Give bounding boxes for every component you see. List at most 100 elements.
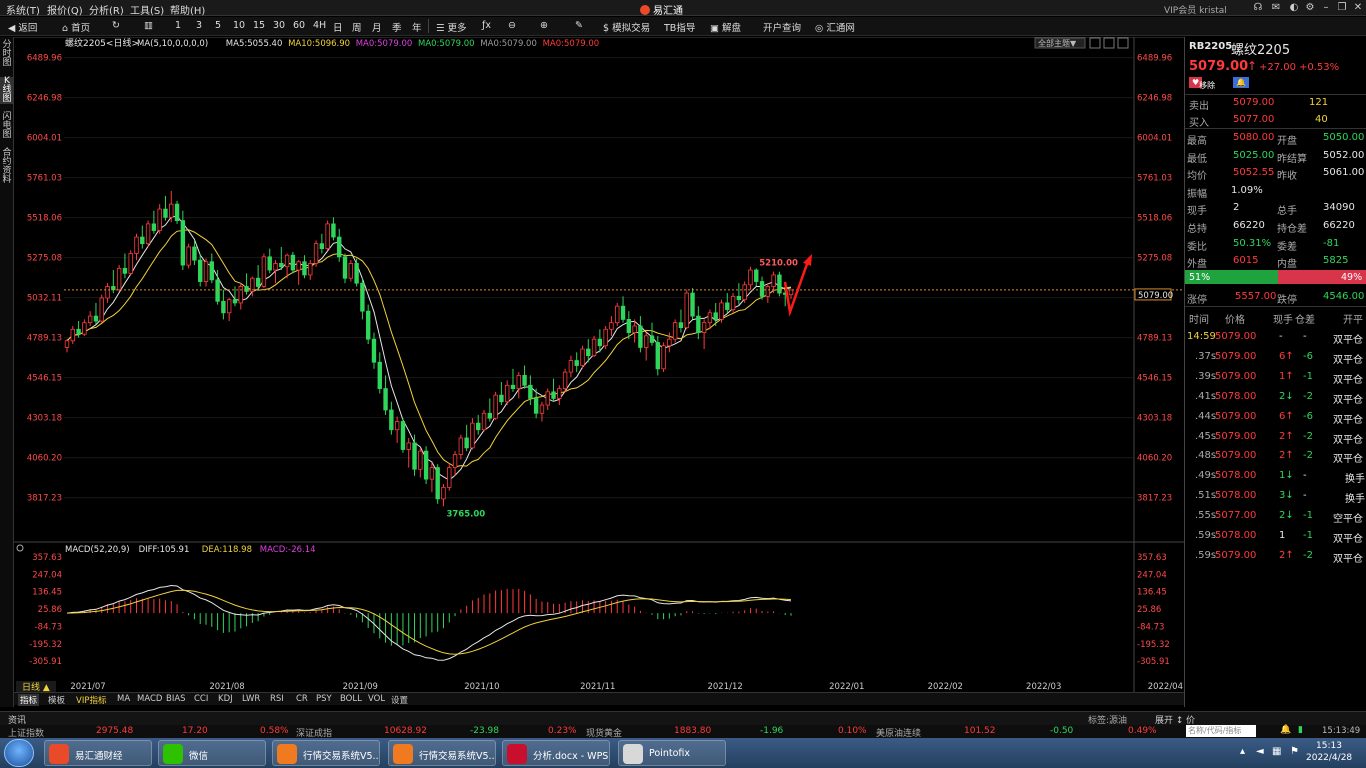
tab-indicator[interactable]: 指标 (18, 694, 40, 706)
menu-system[interactable]: 系统(T) (6, 2, 40, 17)
tab-boll[interactable]: BOLL (340, 694, 362, 704)
theme-button-label[interactable]: 全部主题▼ (1038, 38, 1077, 48)
period-15[interactable]: 15 (253, 20, 265, 31)
trade-oi-change: -1 (1303, 510, 1313, 522)
headset-icon[interactable]: ☊ (1252, 2, 1264, 14)
search-input[interactable]: 名称/代码/指标 (1186, 725, 1256, 737)
stat-value: 2 (1233, 202, 1240, 214)
tab-macd[interactable]: MACD (137, 694, 162, 704)
candle-body (644, 335, 649, 348)
menu-analysis[interactable]: 分析(R) (89, 2, 124, 17)
minimize-icon[interactable]: – (1320, 2, 1332, 14)
price-tick-label: 3817.23 (27, 494, 62, 504)
period-30[interactable]: 30 (273, 20, 285, 31)
period-5[interactable]: 5 (215, 20, 221, 31)
menu-quote[interactable]: 报价(Q) (47, 2, 83, 17)
menu-help[interactable]: 帮助(H) (170, 2, 205, 17)
tab-shandian[interactable]: 闪电图 (0, 113, 14, 140)
tab-cci[interactable]: CCI (194, 694, 208, 704)
skin-icon[interactable]: ◐ (1288, 2, 1300, 14)
formula-icon[interactable]: ƒx (482, 20, 491, 31)
price-tick-label: 4546.15 (1137, 374, 1172, 384)
huitong-button[interactable]: ◎ 汇通网 (815, 20, 855, 34)
candle-body (238, 286, 243, 304)
zoom-in-icon[interactable]: ⊕ (540, 20, 548, 31)
mail-icon[interactable]: ✉ (1270, 2, 1282, 14)
tab-rsi[interactable]: RSI (270, 694, 284, 704)
tab-settings[interactable]: 设置 (391, 694, 408, 706)
tray-flag-icon[interactable]: ⚑ (1290, 746, 1299, 757)
period-year[interactable]: 年 (412, 20, 422, 34)
refresh-icon[interactable]: ↻ (112, 20, 120, 31)
ma-legend-item: MA0:5079.00 (543, 39, 600, 49)
taskbar-item[interactable]: 微信 (158, 740, 266, 766)
kline-chart[interactable]: 螺纹2205<日线> MA(5,10,0,0,0,0) MA5:5055.40 MA… (14, 37, 1184, 692)
period-10[interactable]: 10 (233, 20, 245, 31)
candle-body (284, 254, 290, 268)
candle-icon[interactable]: ▥ (144, 20, 153, 31)
period-3[interactable]: 3 (196, 20, 202, 31)
kaihu-button[interactable]: 开户查询 (763, 20, 801, 34)
macd-tick-label: 247.04 (32, 570, 62, 580)
period-indicator-label[interactable]: 日线 ▲ (22, 681, 50, 692)
alert-bell-icon[interactable]: 🔔 (1233, 77, 1249, 88)
tab-kline[interactable]: K线图 (0, 77, 14, 104)
taskbar-item[interactable]: 分析.docx - WPS... (502, 740, 610, 766)
stat-value: 66220 (1323, 220, 1355, 231)
tray-network-icon[interactable]: ▦ (1272, 746, 1281, 757)
tab-kdj[interactable]: KDJ (218, 694, 233, 704)
taskbar-item[interactable]: Pointofix (618, 740, 726, 766)
macd-settings-icon[interactable] (16, 544, 24, 552)
tray-arrow-icon[interactable]: ▴ (1240, 746, 1245, 757)
limit-down-label: 跌停 (1277, 295, 1297, 306)
tab-ma[interactable]: MA (117, 694, 130, 704)
period-60[interactable]: 60 (293, 20, 305, 31)
draw-icon[interactable]: ✎ (575, 20, 583, 31)
tab-cr[interactable]: CR (296, 694, 308, 704)
settings-icon[interactable]: ⚙ (1304, 2, 1316, 14)
period-4h[interactable]: 4H (313, 20, 326, 31)
trade-price: 5079.00 (1215, 350, 1257, 362)
candle-body (615, 305, 620, 324)
tb-index-button[interactable]: TB指导 (664, 20, 695, 34)
candle-body (603, 328, 608, 347)
tab-bias[interactable]: BIAS (166, 694, 186, 704)
macd-tick-label: 136.45 (1137, 588, 1167, 598)
trade-price: 5079.00 (1215, 450, 1257, 462)
start-button[interactable] (4, 739, 34, 767)
jiepan-button[interactable]: ▣ 解盘 (710, 20, 741, 34)
date-tick-label: 2022/03 (1026, 682, 1061, 692)
zoom-out-icon[interactable]: ⊖ (508, 20, 516, 31)
remove-button[interactable]: ♥ 移除 (1189, 77, 1215, 90)
grid-icon[interactable] (1103, 37, 1115, 49)
restore-icon[interactable]: ❐ (1336, 2, 1348, 14)
tab-psy[interactable]: PSY (316, 694, 332, 704)
period-month[interactable]: 月 (372, 20, 382, 34)
taskbar-item[interactable]: 行情交易系统V5.... (272, 740, 380, 766)
taskbar-item[interactable]: 行情交易系统V5.... (388, 740, 496, 766)
sim-trade-button[interactable]: $ 模拟交易 (603, 20, 650, 34)
alert-icon[interactable]: 🔔 (1280, 725, 1291, 735)
close-icon[interactable]: ✕ (1352, 2, 1364, 14)
tab-vol[interactable]: VOL (368, 694, 385, 704)
more-button[interactable]: ☰ 更多 (436, 20, 467, 34)
tab-heyue[interactable]: 合约资料 (0, 149, 14, 185)
tab-lwr[interactable]: LWR (242, 694, 260, 704)
layout-icon[interactable] (1089, 37, 1101, 49)
window-icon[interactable] (1117, 37, 1129, 49)
tab-fenshi[interactable]: 分时图 (0, 41, 14, 68)
price-tick-label: 4789.13 (27, 334, 62, 344)
macd-tick-label: -195.32 (29, 640, 62, 650)
tab-template[interactable]: 模板 (48, 694, 65, 706)
menu-tools[interactable]: 工具(S) (130, 2, 164, 17)
period-week[interactable]: 周 (352, 20, 362, 34)
period-season[interactable]: 季 (392, 20, 402, 34)
tray-volume-icon[interactable]: ◄ (1256, 746, 1264, 757)
tab-vip-indicator[interactable]: VIP指标 (76, 694, 106, 706)
period-1[interactable]: 1 (175, 20, 181, 31)
back-button[interactable]: ◀ 返回 (8, 20, 37, 34)
period-day[interactable]: 日 (333, 20, 343, 34)
taskbar-item[interactable]: 易汇通财经 (44, 740, 152, 766)
candle-body (499, 394, 504, 403)
home-button[interactable]: ⌂ 首页 (62, 20, 90, 34)
